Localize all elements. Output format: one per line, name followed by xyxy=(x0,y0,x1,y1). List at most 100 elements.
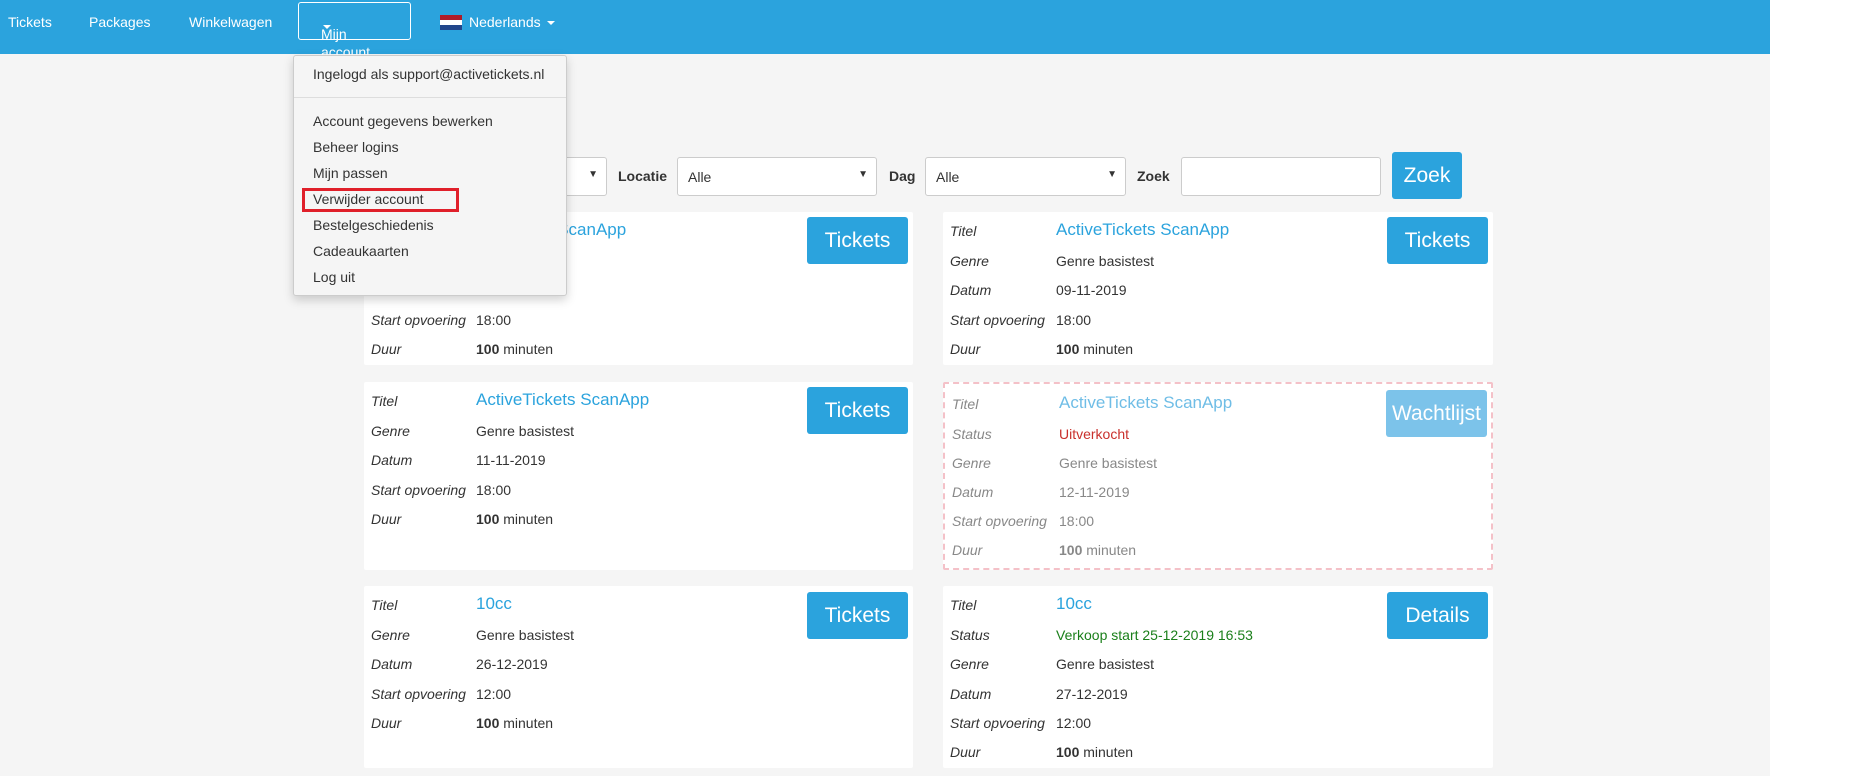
event-duration: 100 minuten xyxy=(1059,542,1136,558)
titel-label: Titel xyxy=(950,597,977,613)
tickets-button[interactable]: Tickets xyxy=(1387,217,1488,264)
event-card: Titel ActiveTickets ScanApp Genre Genre … xyxy=(943,212,1493,365)
caret-down-icon xyxy=(546,21,555,26)
duration-unit: minuten xyxy=(1086,542,1137,558)
event-start: 12:00 xyxy=(1056,715,1092,731)
duur-label: Duur xyxy=(952,542,983,558)
status-label: Status xyxy=(952,426,992,442)
menu-item-account-gegevens[interactable]: Account gegevens bewerken xyxy=(313,113,493,129)
start-label: Start opvoering xyxy=(371,482,466,498)
event-card: Titel 10cc Genre Genre basistest Datum 2… xyxy=(364,586,913,768)
duration-unit: minuten xyxy=(503,511,554,527)
duration-value: 100 xyxy=(476,715,500,731)
titel-label: Titel xyxy=(950,223,977,239)
event-date: 09-11-2019 xyxy=(1056,282,1127,298)
event-date: 26-12-2019 xyxy=(476,656,548,672)
menu-item-cadeaukaarten[interactable]: Cadeaukaarten xyxy=(313,243,409,259)
duration-value: 100 xyxy=(476,511,500,527)
event-date: 11-11-2019 xyxy=(476,452,546,468)
genre-label: Genre xyxy=(950,656,989,672)
duration-unit: minuten xyxy=(503,341,554,357)
event-title[interactable]: ActiveTickets ScanApp xyxy=(1056,220,1229,240)
top-navbar: Tickets Packages Winkelwagen Mijn accoun… xyxy=(0,0,1770,60)
event-title[interactable]: 10cc xyxy=(476,594,512,614)
account-dropdown-menu: Ingelogd als support@activetickets.nl Ac… xyxy=(293,55,567,296)
event-genre: Genre basistest xyxy=(1056,253,1155,269)
caret-down-icon xyxy=(323,25,331,29)
datum-label: Datum xyxy=(952,484,994,500)
event-title[interactable]: ActiveTickets ScanApp xyxy=(476,390,649,410)
account-menu-toggle[interactable]: Mijn account xyxy=(298,2,411,60)
event-genre: Genre basistest xyxy=(1056,656,1155,672)
start-label: Start opvoering xyxy=(371,312,466,328)
event-start: 18:00 xyxy=(1056,312,1092,328)
tickets-button[interactable]: Tickets xyxy=(807,217,908,264)
tickets-button[interactable]: Tickets xyxy=(807,387,908,434)
dag-select-value: Alle xyxy=(936,169,960,185)
tickets-button[interactable]: Tickets xyxy=(807,592,908,639)
locatie-select[interactable]: Alle ▼ xyxy=(677,157,877,196)
event-date: 27-12-2019 xyxy=(1056,686,1128,702)
duration-value: 100 xyxy=(476,341,500,357)
duration-value: 100 xyxy=(1059,542,1083,558)
event-start: 18:00 xyxy=(476,482,512,498)
language-label: Nederlands xyxy=(469,14,541,30)
nav-tickets[interactable]: Tickets xyxy=(8,13,52,31)
dropdown-arrow-icon: ▼ xyxy=(1107,169,1117,180)
search-button[interactable]: Zoek xyxy=(1392,152,1462,199)
duration-unit: minuten xyxy=(503,715,554,731)
event-status: Uitverkocht xyxy=(1059,426,1130,442)
nav-packages[interactable]: Packages xyxy=(89,13,150,31)
duur-label: Duur xyxy=(371,511,402,527)
event-genre: Genre basistest xyxy=(1059,455,1158,471)
genre-label: Genre xyxy=(371,423,410,439)
locatie-label: Locatie xyxy=(618,168,668,184)
start-label: Start opvoering xyxy=(950,715,1045,731)
titel-label: Titel xyxy=(371,393,398,409)
event-card: Titel ActiveTickets ScanApp Genre Genre … xyxy=(364,382,913,570)
event-start: 18:00 xyxy=(476,312,512,328)
duration-unit: minuten xyxy=(1083,341,1134,357)
duur-label: Duur xyxy=(371,715,402,731)
nav-winkelwagen[interactable]: Winkelwagen xyxy=(189,13,272,31)
dag-select[interactable]: Alle ▼ xyxy=(925,157,1126,196)
start-label: Start opvoering xyxy=(371,686,466,702)
event-start: 18:00 xyxy=(1059,513,1095,529)
genre-label: Genre xyxy=(371,627,410,643)
dropdown-divider xyxy=(294,97,566,98)
start-label: Start opvoering xyxy=(952,513,1047,529)
menu-item-verwijder-account[interactable]: Verwijder account xyxy=(313,191,424,207)
duur-label: Duur xyxy=(950,744,981,760)
menu-item-beheer-logins[interactable]: Beheer logins xyxy=(313,139,399,155)
event-card-sold-out: Titel ActiveTickets ScanApp Status Uitve… xyxy=(943,382,1493,570)
duration-unit: minuten xyxy=(1083,744,1134,760)
wachtlijst-button[interactable]: Wachtlijst xyxy=(1386,390,1487,437)
event-duration: 100 minuten xyxy=(476,341,553,357)
menu-item-bestelgeschiedenis[interactable]: Bestelgeschiedenis xyxy=(313,217,434,233)
details-button[interactable]: Details xyxy=(1387,592,1488,639)
menu-item-log-uit[interactable]: Log uit xyxy=(313,269,355,285)
zoek-label: Zoek xyxy=(1137,168,1170,184)
event-duration: 100 minuten xyxy=(476,715,553,731)
event-genre: Genre basistest xyxy=(476,627,575,643)
event-title[interactable]: ActiveTickets ScanApp xyxy=(1059,393,1232,413)
event-date: 12-11-2019 xyxy=(1059,484,1130,500)
genre-label: Genre xyxy=(950,253,989,269)
locatie-select-value: Alle xyxy=(688,169,712,185)
event-duration: 100 minuten xyxy=(1056,341,1133,357)
dag-label: Dag xyxy=(889,168,916,184)
datum-label: Datum xyxy=(950,686,992,702)
dropdown-arrow-icon: ▼ xyxy=(588,169,598,180)
language-selector[interactable]: Nederlands xyxy=(469,13,555,31)
menu-item-mijn-passen[interactable]: Mijn passen xyxy=(313,165,388,181)
event-card: Titel 10cc Status Verkoop start 25-12-20… xyxy=(943,586,1493,768)
dropdown-arrow-icon: ▼ xyxy=(858,169,868,180)
datum-label: Datum xyxy=(950,282,992,298)
duration-value: 100 xyxy=(1056,341,1080,357)
netherlands-flag-icon xyxy=(440,15,462,30)
event-start: 12:00 xyxy=(476,686,512,702)
event-title[interactable]: 10cc xyxy=(1056,594,1092,614)
search-input[interactable] xyxy=(1181,157,1381,196)
duration-value: 100 xyxy=(1056,744,1080,760)
event-duration: 100 minuten xyxy=(476,511,553,527)
